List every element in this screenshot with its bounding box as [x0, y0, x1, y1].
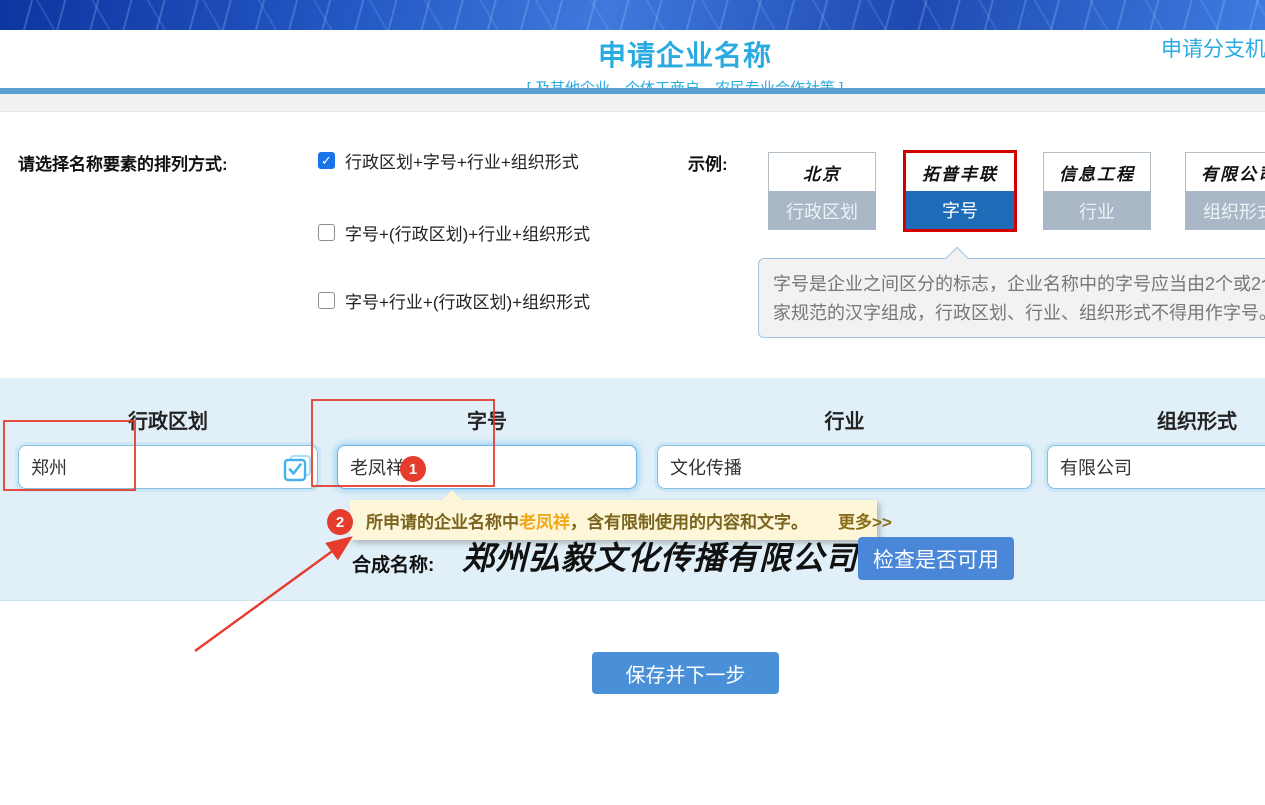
example-name: 拓普丰联 — [906, 153, 1014, 191]
example-tooltip-line1: 字号是企业之间区分的标志，企业名称中的字号应当由2个或2个 — [773, 270, 1265, 299]
warning-highlight: 老凤祥 — [519, 508, 570, 533]
arrangement-option-label: 字号+行业+(行政区划)+组织形式 — [345, 288, 590, 313]
warning-text-prefix: 所申请的企业名称中 — [366, 508, 519, 533]
tradename-input[interactable] — [337, 445, 637, 489]
annotation-badge-1: 1 — [400, 456, 426, 482]
tooltip-caret-icon — [946, 247, 969, 270]
example-tooltip: 字号是企业之间区分的标志，企业名称中的字号应当由2个或2个 家规范的汉字组成，行… — [758, 258, 1265, 338]
checkbox-checked-icon[interactable]: ✓ — [318, 152, 335, 169]
example-box-district[interactable]: 北京 行政区划 — [768, 152, 876, 230]
column-header-tradename: 字号 — [337, 405, 637, 434]
example-category: 字号 — [906, 191, 1014, 229]
composed-name-value: 郑州弘毅文化传播有限公司 — [462, 533, 852, 579]
column-header-industry: 行业 — [657, 405, 1032, 434]
district-picker-icon[interactable] — [283, 454, 313, 482]
page-header: 申请企业名称 [ 及其他企业、个体工商户、农民专业合作社等 ] — [0, 30, 1265, 88]
example-tooltip-line2: 家规范的汉字组成，行政区划、行业、组织形式不得用作字号。 — [773, 299, 1265, 328]
example-name: 信息工程 — [1043, 152, 1151, 191]
arrangement-option-2[interactable]: 字号+(行政区划)+行业+组织形式 — [318, 220, 590, 245]
arrangement-option-3[interactable]: 字号+行业+(行政区划)+组织形式 — [318, 288, 590, 313]
arrangement-option-label: 行政区划+字号+行业+组织形式 — [345, 148, 579, 173]
page-title: 申请企业名称 — [105, 34, 1265, 74]
arrangement-option-label: 字号+(行政区划)+行业+组织形式 — [345, 220, 590, 245]
branch-application-link[interactable]: 申请分支机 — [1161, 33, 1265, 63]
example-box-industry[interactable]: 信息工程 行业 — [1043, 152, 1151, 230]
top-banner — [0, 0, 1265, 30]
column-header-district: 行政区划 — [18, 405, 318, 434]
warning-text-suffix: ，含有限制使用的内容和文字。 — [570, 508, 808, 533]
example-category: 组织形式 — [1185, 191, 1265, 230]
example-name: 北京 — [768, 152, 876, 191]
composed-name-label: 合成名称: — [352, 550, 434, 577]
example-category: 行政区划 — [768, 191, 876, 230]
example-box-tradename[interactable]: 拓普丰联 字号 — [903, 150, 1017, 232]
example-name: 有限公司 — [1185, 152, 1265, 191]
warning-more-link[interactable]: 更多>> — [838, 508, 892, 533]
example-box-orgform[interactable]: 有限公司 组织形式 — [1185, 152, 1265, 230]
orgform-input[interactable] — [1047, 445, 1265, 489]
industry-input[interactable] — [657, 445, 1032, 489]
example-category: 行业 — [1043, 191, 1151, 230]
district-input[interactable] — [18, 445, 318, 489]
example-label: 示例: — [688, 150, 728, 175]
header-gray-strip — [0, 94, 1265, 112]
checkbox-unchecked-icon[interactable] — [318, 292, 335, 309]
check-availability-button[interactable]: 检查是否可用 — [858, 537, 1014, 580]
save-next-button[interactable]: 保存并下一步 — [592, 652, 779, 694]
annotation-badge-2: 2 — [327, 509, 353, 535]
arrangement-option-1[interactable]: ✓ 行政区划+字号+行业+组织形式 — [318, 148, 579, 173]
column-header-orgform: 组织形式 — [1047, 405, 1265, 434]
checkbox-unchecked-icon[interactable] — [318, 224, 335, 241]
arrangement-label: 请选择名称要素的排列方式: — [18, 150, 228, 175]
